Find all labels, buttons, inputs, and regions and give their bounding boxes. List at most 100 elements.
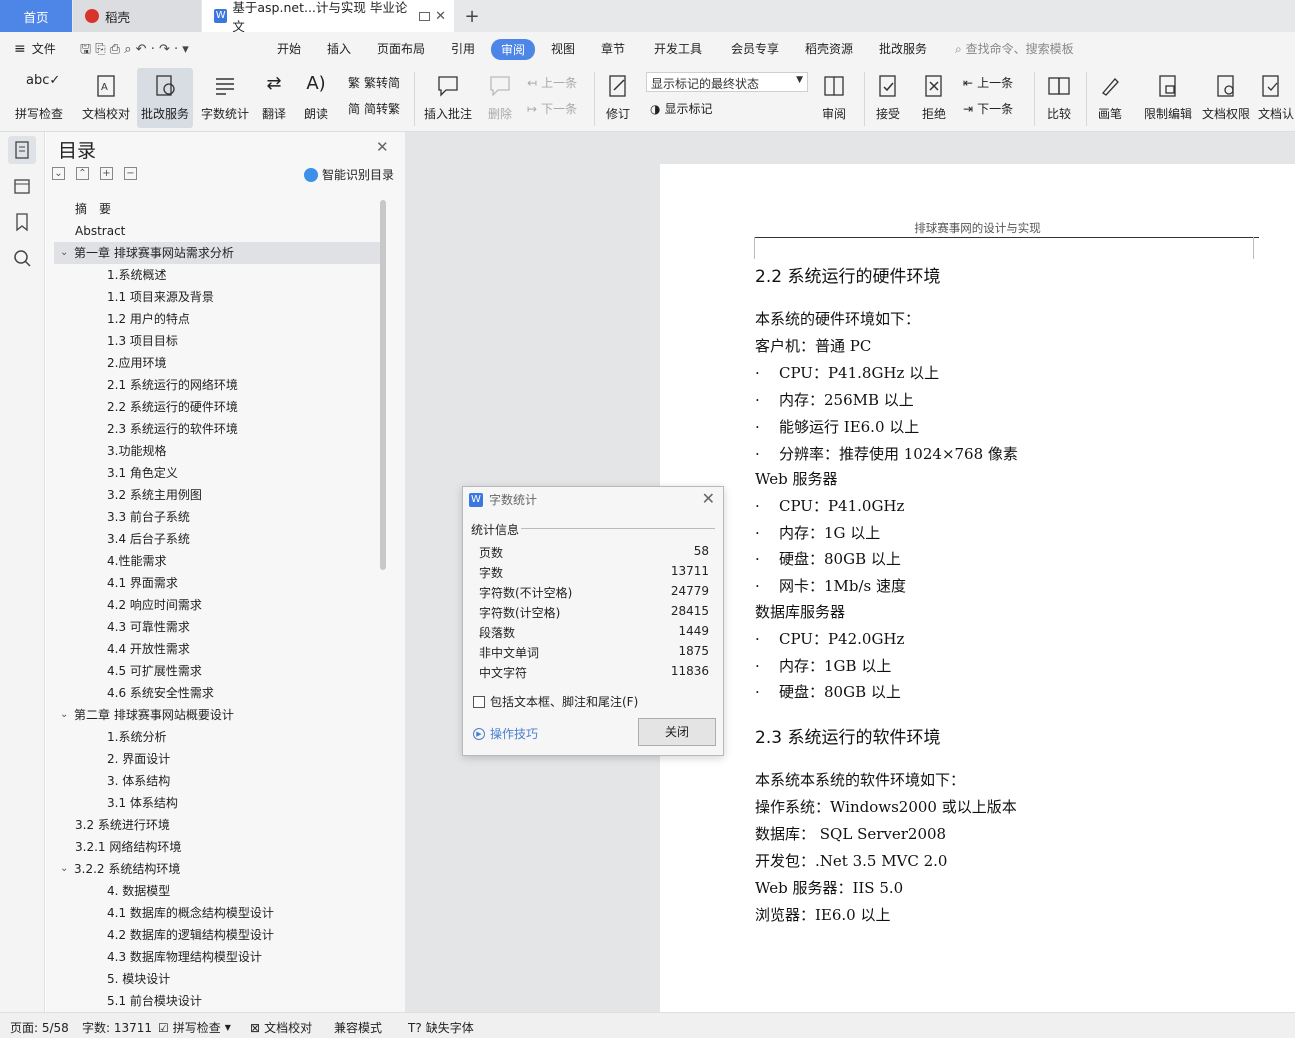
status-proof[interactable]: ⊠ 文档校对 <box>250 1019 312 1036</box>
menu-devtools[interactable]: 开发工具 <box>654 40 702 57</box>
toc-item[interactable]: 5. 模块设计 <box>54 968 380 990</box>
review-service-button[interactable]: 批改服务 <box>137 68 193 128</box>
menu-daoke-resources[interactable]: 稻壳资源 <box>805 40 853 57</box>
toc-item[interactable]: 3.2.1 网络结构环境 <box>54 836 380 858</box>
menu-chapter[interactable]: 章节 <box>601 40 625 57</box>
checkbox-box[interactable] <box>473 695 485 708</box>
file-menu[interactable]: ≡ 文件 <box>14 40 56 57</box>
collapse-icon[interactable]: − <box>124 167 137 180</box>
compare-button[interactable]: 比较 <box>1038 68 1080 128</box>
menu-member[interactable]: 会员专享 <box>731 40 779 57</box>
toc-item[interactable]: 4.4 开放性需求 <box>54 638 380 660</box>
toc-item[interactable]: 3. 体系结构 <box>54 770 380 792</box>
toc-item[interactable]: 3.2 系统主用例图 <box>54 484 380 506</box>
translate-button[interactable]: ⇄ 翻译 <box>254 68 294 128</box>
missing-font-indicator[interactable]: T? 缺失字体 <box>408 1019 474 1036</box>
menu-layout[interactable]: 页面布局 <box>377 40 425 57</box>
prev-change-button[interactable]: ⇤ 上一条 <box>963 74 1013 91</box>
toc-item[interactable]: 5.1 前台模块设计 <box>54 990 380 1012</box>
menu-review[interactable]: 审阅 <box>491 39 536 60</box>
word-count-indicator[interactable]: 字数: 13711 <box>82 1019 152 1036</box>
status-spellcheck[interactable]: ☑ 拼写检查 ▼ <box>158 1019 231 1036</box>
tips-link[interactable]: ▶ 操作技巧 <box>473 725 538 742</box>
menu-references[interactable]: 引用 <box>451 40 475 57</box>
menu-review-service[interactable]: 批改服务 <box>879 40 927 57</box>
toc-item[interactable]: 3.3 前台子系统 <box>54 506 380 528</box>
menu-insert[interactable]: 插入 <box>327 40 351 57</box>
toc-item[interactable]: 4.2 数据库的逻辑结构模型设计 <box>54 924 380 946</box>
toc-item[interactable]: 4.性能需求 <box>54 550 380 572</box>
close-icon[interactable]: ✕ <box>376 138 389 156</box>
read-aloud-button[interactable]: A) 朗读 <box>298 68 334 128</box>
word-count-button[interactable]: 字数统计 <box>197 68 253 128</box>
expand-up-icon[interactable]: ⌃ <box>76 167 89 180</box>
smart-toc-button[interactable]: 智能识别目录 <box>304 166 394 183</box>
toc-item[interactable]: ⌄ 3.2.2 系统结构环境 <box>54 858 380 880</box>
toc-item[interactable]: 1.1 项目来源及背景 <box>54 286 380 308</box>
toc-item[interactable]: 2.1 系统运行的网络环境 <box>54 374 380 396</box>
toc-item[interactable]: 4.2 响应时间需求 <box>54 594 380 616</box>
chapter-nav-icon[interactable] <box>8 172 36 200</box>
command-search[interactable]: ⌕ 查找命令、搜索模板 <box>955 40 1074 57</box>
markup-state-select[interactable]: 显示标记的最终状态 ▼ <box>646 72 808 92</box>
reject-button[interactable]: 拒绝 <box>914 68 954 128</box>
toc-item[interactable]: 3.2 系统进行环境 <box>54 814 380 836</box>
toc-item[interactable]: 4.1 数据库的概念结构模型设计 <box>54 902 380 924</box>
delete-comment-button[interactable]: 删除 <box>480 68 520 128</box>
next-comment-button[interactable]: ↦ 下一条 <box>527 100 577 117</box>
accept-button[interactable]: 接受 <box>868 68 908 128</box>
include-textbox-checkbox[interactable]: 包括文本框、脚注和尾注(F) <box>473 693 638 710</box>
prev-comment-button[interactable]: ↤ 上一条 <box>527 74 577 91</box>
toc-item[interactable]: ⌄ 第二章 排球赛事网站概要设计 <box>54 704 380 726</box>
tab-daoke[interactable]: 稻壳 <box>73 0 201 32</box>
toc-item[interactable]: 4. 数据模型 <box>54 880 380 902</box>
close-button[interactable]: 关闭 <box>638 718 716 746</box>
toc-item[interactable]: ⌄ 第一章 排球赛事网站需求分析 <box>54 242 380 264</box>
doc-proof-button[interactable]: A 文档校对 <box>78 68 134 128</box>
close-icon[interactable]: ✕ <box>702 489 715 508</box>
toc-item[interactable]: 4.3 数据库物理结构模型设计 <box>54 946 380 968</box>
collapse-all-icon[interactable]: ⌄ <box>52 167 65 180</box>
toc-item[interactable]: 4.6 系统安全性需求 <box>54 682 380 704</box>
restrict-editing-button[interactable]: 限制编辑 <box>1140 68 1196 128</box>
toc-item[interactable]: 2.3 系统运行的软件环境 <box>54 418 380 440</box>
expand-icon[interactable]: + <box>100 167 113 180</box>
toc-scrollbar[interactable] <box>380 200 386 570</box>
pen-button[interactable]: 画笔 <box>1090 68 1130 128</box>
expand-arrow-icon[interactable]: ⌄ <box>60 242 68 264</box>
close-tab-icon[interactable]: ✕ <box>435 9 446 24</box>
toc-item[interactable]: 3.1 体系结构 <box>54 792 380 814</box>
review-pane-button[interactable]: 审阅 <box>814 68 854 128</box>
tab-home[interactable]: 首页 <box>0 0 72 32</box>
toc-item[interactable]: 4.3 可靠性需求 <box>54 616 380 638</box>
toc-item[interactable]: 1.系统概述 <box>54 264 380 286</box>
new-tab-button[interactable]: + <box>458 0 486 32</box>
toc-item[interactable]: 2.应用环境 <box>54 352 380 374</box>
toc-item[interactable]: 摘 要 <box>54 198 380 220</box>
next-change-button[interactable]: ⇥ 下一条 <box>963 100 1013 117</box>
toc-item[interactable]: 2. 界面设计 <box>54 748 380 770</box>
doc-rights-button[interactable]: 文档权限 <box>1198 68 1254 128</box>
toc-item[interactable]: 3.1 角色定义 <box>54 462 380 484</box>
spellcheck-button[interactable]: abc✓ 拼写检查 <box>6 68 72 128</box>
toc-item[interactable]: 1.3 项目目标 <box>54 330 380 352</box>
track-changes-button[interactable]: 修订 <box>598 68 638 128</box>
toc-item[interactable]: 4.5 可扩展性需求 <box>54 660 380 682</box>
show-markup-button[interactable]: ◑ 显示标记 <box>650 100 713 117</box>
insert-comment-button[interactable]: 插入批注 <box>420 68 476 128</box>
menu-view[interactable]: 视图 <box>551 40 575 57</box>
bookmark-icon[interactable] <box>8 208 36 236</box>
simp-to-trad-button[interactable]: 简简转繁 <box>348 100 400 117</box>
toc-item[interactable]: Abstract <box>54 220 380 242</box>
toc-item[interactable]: 2.2 系统运行的硬件环境 <box>54 396 380 418</box>
toc-item[interactable]: 1.2 用户的特点 <box>54 308 380 330</box>
tab-document[interactable]: W 基于asp.net...计与实现 毕业论文 ✕ <box>202 0 454 34</box>
trad-to-simp-button[interactable]: 繁繁转简 <box>348 74 400 91</box>
toc-item[interactable]: 4.1 界面需求 <box>54 572 380 594</box>
menu-start[interactable]: 开始 <box>277 40 301 57</box>
toc-item[interactable]: 3.功能规格 <box>54 440 380 462</box>
expand-arrow-icon[interactable]: ⌄ <box>60 704 68 726</box>
search-icon[interactable] <box>8 244 36 272</box>
toc-item[interactable]: 1.系统分析 <box>54 726 380 748</box>
page-indicator[interactable]: 页面: 5/58 <box>10 1019 69 1036</box>
